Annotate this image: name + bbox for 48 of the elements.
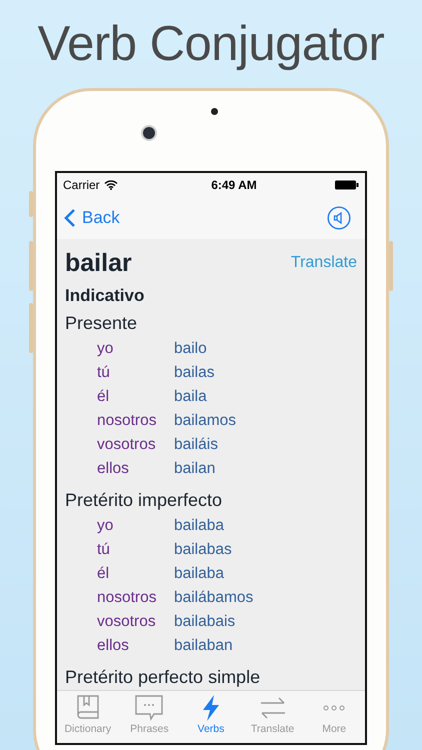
verb-form: baila [174,387,207,407]
pronoun-label: él [97,387,110,407]
verb-form: bailáis [174,435,218,455]
verb-form: bailabais [174,612,236,632]
speech-bubble-icon [134,694,164,722]
tab-item[interactable]: Verbs [180,691,242,743]
mood-heading: Indicativo [65,285,146,307]
pronoun-label: yo [97,339,114,359]
tense-heading: Presente [65,312,138,335]
verb-form: bailabas [174,540,232,560]
verb-form: bailaba [174,564,224,584]
pronoun-label: vosotros [97,435,157,455]
verb-form: bailan [174,459,216,479]
verb-heading: bailar [65,248,132,278]
pronoun-label: ellos [97,459,130,479]
verb-form: bailas [174,363,214,383]
clock-time: 6:49 AM [211,178,257,192]
lightning-bolt-icon [200,694,221,722]
chevron-left-icon [64,208,76,228]
tab-item[interactable]: Translate [242,691,304,743]
pronoun-label: ellos [97,636,130,656]
pronoun-label: él [97,564,110,584]
tense-heading: Pretérito imperfecto [65,489,224,512]
pronoun-label: tú [97,363,111,383]
pronoun-label: tú [97,540,111,560]
pronoun-label: yo [97,516,114,536]
pronoun-label: vosotros [97,612,157,632]
carrier-label: Carrier [63,178,100,192]
wifi-icon [104,180,118,190]
tense-heading: Pretérito perfecto simple [65,666,262,689]
speaker-dot [211,108,218,115]
verb-form: bailaban [174,636,233,656]
speaker-icon[interactable] [327,206,351,230]
tab-item[interactable]: More [303,691,365,743]
verb-form: bailaba [174,516,224,536]
tab-item[interactable]: Dictionary [57,691,119,743]
verb-form: bailamos [174,411,236,431]
more-dots-icon [322,705,346,711]
app-title: Verb Conjugator [38,16,384,73]
pronoun-label: nosotros [97,588,158,608]
verb-form: bailábamos [174,588,254,608]
verb-form: bailo [174,339,207,359]
tab-item[interactable]: Phrases [118,691,180,743]
battery-icon [334,180,359,190]
translate-link[interactable]: Translate [290,254,357,272]
camera-icon [143,127,155,139]
pronoun-label: nosotros [97,411,158,431]
back-button[interactable]: Back [64,208,120,228]
